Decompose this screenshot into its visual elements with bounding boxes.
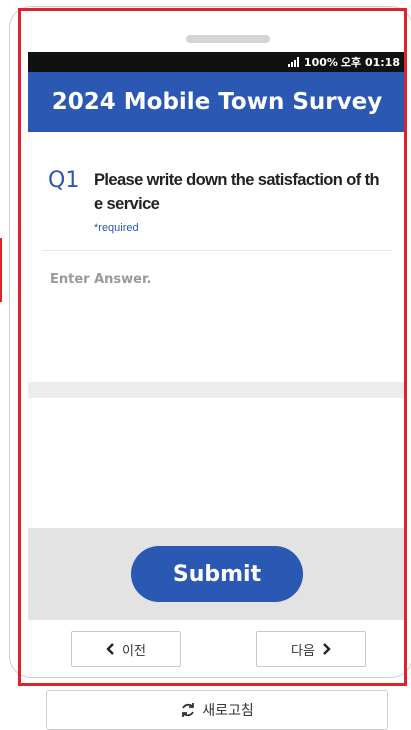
prev-button[interactable]: 이전 <box>71 631 181 667</box>
phone-speaker <box>186 35 270 43</box>
refresh-button[interactable]: 새로고침 <box>46 690 388 730</box>
clock: 오후 01:18 <box>340 56 400 69</box>
signal-icon <box>287 57 299 67</box>
refresh-icon <box>180 702 196 718</box>
selection-marker <box>0 238 2 302</box>
answer-input[interactable] <box>42 266 392 376</box>
question-text: Please write down the satisfaction of th… <box>94 171 380 213</box>
chevron-right-icon <box>321 643 331 655</box>
battery-level: 100% <box>303 55 338 69</box>
required-label: *required <box>94 222 139 234</box>
next-label: 다음 <box>291 643 315 659</box>
survey-header: 2024 Mobile Town Survey <box>28 72 406 132</box>
section-separator <box>28 382 406 398</box>
phone-screen: 100% 오후 01:18 2024 Mobile Town Survey Q1… <box>28 52 406 620</box>
divider <box>42 250 392 251</box>
survey-title: 2024 Mobile Town Survey <box>51 89 383 115</box>
next-button[interactable]: 다음 <box>256 631 366 667</box>
submit-button[interactable]: Submit <box>131 546 303 602</box>
prev-label: 이전 <box>122 643 146 659</box>
question-number: Q1 <box>48 168 80 193</box>
status-bar: 100% 오후 01:18 <box>28 52 406 72</box>
chevron-left-icon <box>106 643 116 655</box>
refresh-label: 새로고침 <box>202 703 254 719</box>
